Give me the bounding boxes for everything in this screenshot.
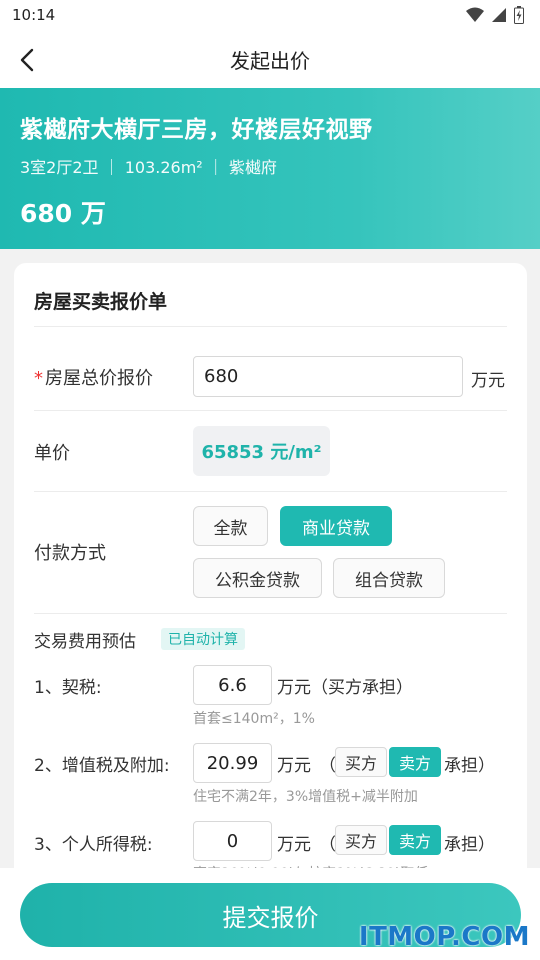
- page-title: 发起出价: [230, 49, 310, 73]
- vat-input[interactable]: 20.99: [193, 743, 272, 783]
- battery-icon: [514, 6, 524, 24]
- vat-open-paren: （: [319, 756, 336, 776]
- total-price-label: * 房屋总价报价: [34, 364, 153, 390]
- deed-tax-label: 1、契税:: [34, 678, 102, 698]
- income-tax-open-paren: （: [319, 835, 336, 855]
- payment-option-full[interactable]: 全款: [193, 506, 268, 546]
- divider: [34, 491, 507, 492]
- deed-tax-note: 首套≤140m²，1%: [193, 711, 315, 727]
- deed-tax-unit: 万元（买方承担）: [277, 678, 413, 698]
- vat-note: 住宅不满2年，3%增值税+减半附加: [193, 789, 418, 805]
- vat-payer-buyer[interactable]: 买方: [335, 747, 387, 777]
- total-price-unit: 万元: [471, 371, 505, 391]
- unit-price-value: 65853 元/m²: [193, 426, 330, 476]
- income-tax-payer-seller[interactable]: 卖方: [389, 825, 441, 855]
- total-price-input[interactable]: 680: [193, 356, 463, 397]
- wifi-icon: [466, 7, 484, 22]
- income-tax-unit: 万元: [277, 835, 311, 855]
- form-title: 房屋买卖报价单: [34, 291, 168, 313]
- income-tax-payer-buyer[interactable]: 买方: [335, 825, 387, 855]
- nav-bar: 发起出价: [0, 30, 540, 88]
- payment-option-provident-fund-loan[interactable]: 公积金贷款: [193, 558, 322, 598]
- signal-icon: [492, 8, 506, 22]
- required-mark: *: [34, 368, 43, 389]
- payment-option-combined-loan[interactable]: 组合贷款: [333, 558, 445, 598]
- listing-price: 680 万: [20, 199, 106, 228]
- unit-price-label: 单价: [34, 443, 70, 464]
- status-time: 10:14: [12, 6, 56, 24]
- vat-bear-text: 承担）: [444, 756, 495, 776]
- listing-summary: 紫樾府大横厅三房，好楼层好视野 3室2厅2卫 ｜ 103.26m² ｜ 紫樾府 …: [0, 88, 540, 249]
- status-icons: [466, 6, 524, 24]
- listing-title: 紫樾府大横厅三房，好楼层好视野: [20, 117, 373, 143]
- fees-label: 交易费用预估: [34, 632, 136, 652]
- status-bar: 10:14: [0, 0, 540, 30]
- income-tax-label: 3、个人所得税:: [34, 835, 153, 855]
- offer-form-card: 房屋买卖报价单 * 房屋总价报价 680 万元 单价 65853 元/m² 付款方…: [14, 263, 527, 883]
- vat-unit: 万元: [277, 756, 311, 776]
- total-price-label-text: 房屋总价报价: [45, 368, 153, 389]
- vat-label: 2、增值税及附加:: [34, 756, 170, 776]
- watermark-logo: ITMOP.COM: [358, 922, 530, 952]
- divider: [34, 613, 507, 614]
- payment-option-commercial-loan[interactable]: 商业贷款: [280, 506, 392, 546]
- income-tax-input[interactable]: 0: [193, 821, 272, 861]
- listing-meta: 3室2厅2卫 ｜ 103.26m² ｜ 紫樾府: [20, 158, 277, 177]
- deed-tax-input[interactable]: 6.6: [193, 665, 272, 705]
- divider: [34, 326, 507, 327]
- payment-label: 付款方式: [34, 543, 106, 564]
- vat-payer-seller[interactable]: 卖方: [389, 747, 441, 777]
- income-tax-bear-text: 承担）: [444, 835, 495, 855]
- divider: [34, 410, 507, 411]
- auto-calculated-badge: 已自动计算: [161, 628, 245, 650]
